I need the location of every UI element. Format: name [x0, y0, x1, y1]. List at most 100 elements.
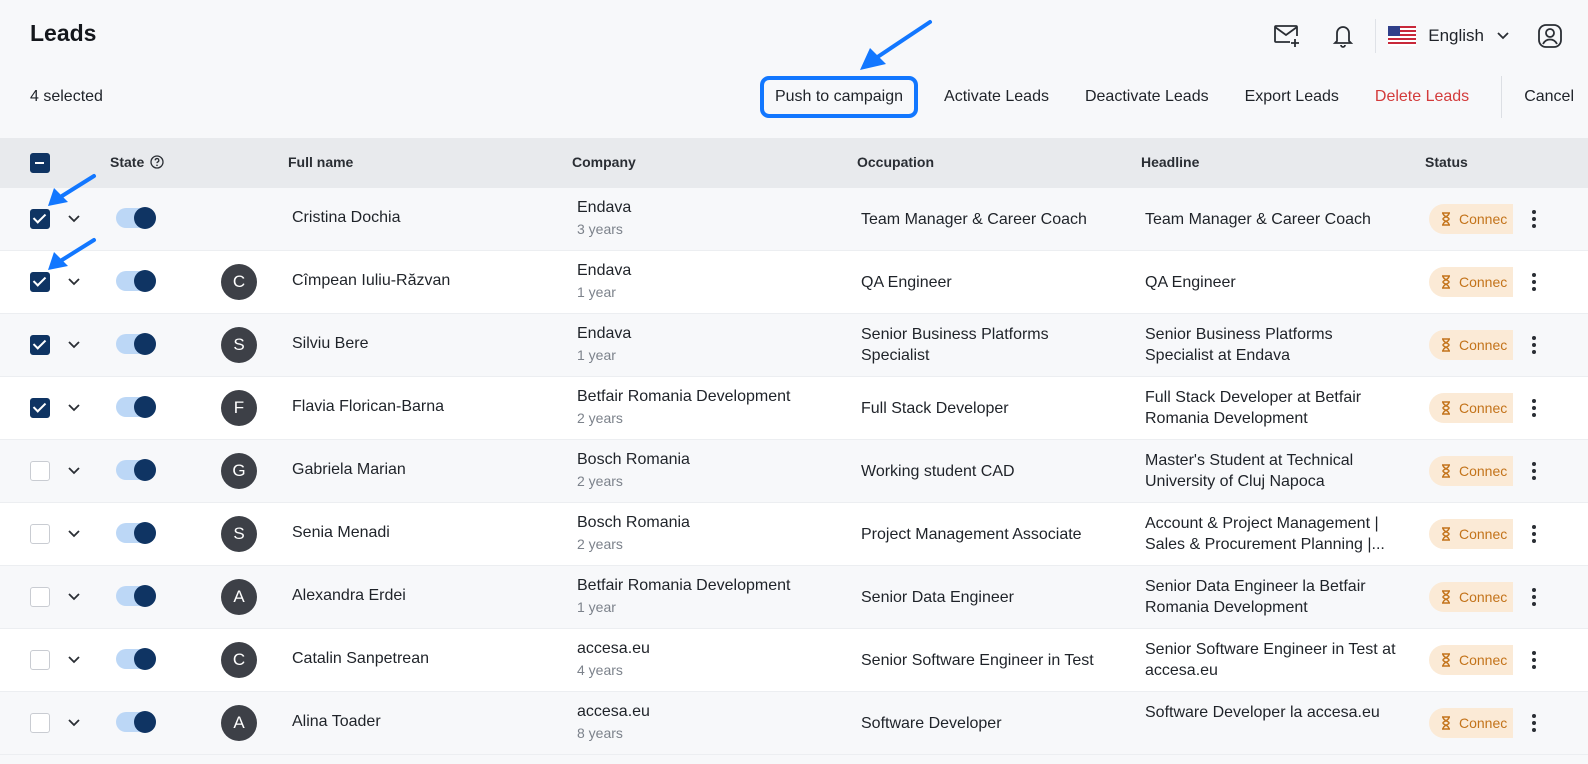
divider [1501, 76, 1503, 118]
column-header-company[interactable]: Company [572, 154, 636, 170]
table-row[interactable]: A Alexandra Erdei Betfair Romania Developm… [0, 566, 1588, 629]
lead-name[interactable]: Gabriela Marian [292, 461, 406, 479]
status-badge: Connec [1429, 393, 1513, 423]
help-icon[interactable] [150, 155, 164, 169]
user-profile-icon[interactable] [1530, 16, 1570, 56]
more-options-icon[interactable] [1524, 711, 1544, 735]
chevron-down-icon[interactable] [66, 462, 82, 478]
lead-headline: Senior Data Engineer la Betfair Romania … [1145, 578, 1366, 616]
chevron-down-icon[interactable] [66, 588, 82, 604]
lead-name[interactable]: Flavia Florican-Barna [292, 398, 444, 416]
row-checkbox[interactable] [30, 713, 50, 733]
row-checkbox[interactable] [30, 335, 50, 355]
lead-occupation: Senior Business Platforms Specialist [861, 326, 1049, 364]
lead-name[interactable]: Catalin Sanpetrean [292, 650, 429, 668]
lead-company: Bosch Romania [577, 451, 690, 468]
lead-company: Endava [577, 199, 632, 216]
top-actions: English [1267, 14, 1588, 58]
chevron-down-icon[interactable] [66, 210, 82, 226]
table-row[interactable]: S Silviu Bere Endava 1 year Senior Business … [0, 314, 1588, 377]
chevron-down-icon[interactable] [66, 336, 82, 352]
lead-name[interactable]: Alina Toader [292, 713, 381, 731]
status-label: Connec [1459, 589, 1508, 605]
status-label: Connec [1459, 526, 1508, 542]
table-row[interactable]: C Catalin Sanpetrean accesa.eu 4 years Senio… [0, 629, 1588, 692]
state-toggle[interactable] [116, 396, 156, 418]
more-options-icon[interactable] [1524, 459, 1544, 483]
state-toggle[interactable] [116, 459, 156, 481]
lead-headline: Master's Student at Technical University… [1145, 452, 1354, 490]
notification-bell-icon[interactable] [1323, 16, 1363, 56]
table-row[interactable]: A Alina Toader accesa.eu 8 years Software De… [0, 692, 1588, 755]
lead-occupation: Team Manager & Career Coach [861, 211, 1087, 228]
state-toggle[interactable] [116, 270, 156, 292]
cancel-button[interactable]: Cancel [1506, 88, 1588, 106]
invite-mail-icon[interactable] [1267, 16, 1307, 56]
lead-headline: Account & Project Management | Sales & P… [1145, 515, 1385, 553]
status-badge: Connec [1429, 708, 1513, 738]
table-row[interactable]: S Senia Menadi Bosch Romania 2 years Project… [0, 503, 1588, 566]
lead-company: accesa.eu [577, 640, 650, 657]
state-toggle[interactable] [116, 648, 156, 670]
avatar: C [221, 642, 257, 678]
lead-company: Endava [577, 325, 632, 342]
lead-headline: Senior Software Engineer in Test at acce… [1145, 641, 1396, 679]
table-header: State Full name Company Occupation Headl… [0, 138, 1588, 188]
activate-leads-button[interactable]: Activate Leads [926, 88, 1067, 106]
table-row[interactable]: G Gabriela Marian Bosch Romania 2 years Work… [0, 440, 1588, 503]
bulk-actions: Push to campaign Activate Leads Deactiva… [759, 72, 1588, 122]
lead-name[interactable]: Senia Menadi [292, 524, 390, 542]
row-checkbox[interactable] [30, 524, 50, 544]
column-header-full-name[interactable]: Full name [288, 154, 353, 170]
status-label: Connec [1459, 337, 1508, 353]
more-options-icon[interactable] [1524, 522, 1544, 546]
hourglass-icon [1441, 212, 1451, 226]
avatar: S [221, 516, 257, 552]
column-header-headline[interactable]: Headline [1141, 154, 1199, 170]
table-row[interactable]: Cristina Dochia Endava 3 years Team Manager… [0, 188, 1588, 251]
more-options-icon[interactable] [1524, 207, 1544, 231]
row-checkbox[interactable] [30, 461, 50, 481]
state-toggle[interactable] [116, 711, 156, 733]
chevron-down-icon[interactable] [66, 714, 82, 730]
chevron-down-icon[interactable] [66, 399, 82, 415]
lead-name[interactable]: Silviu Bere [292, 335, 368, 353]
table-row[interactable]: C Cîmpean Iuliu-Răzvan Endava 1 year QA Engi… [0, 251, 1588, 314]
row-checkbox[interactable] [30, 650, 50, 670]
lead-name[interactable]: Alexandra Erdei [292, 587, 406, 605]
more-options-icon[interactable] [1524, 270, 1544, 294]
row-checkbox[interactable] [30, 587, 50, 607]
row-checkbox[interactable] [30, 209, 50, 229]
chevron-down-icon[interactable] [66, 273, 82, 289]
lead-tenure: 1 year [577, 599, 616, 615]
chevron-down-icon [1497, 32, 1509, 40]
column-header-occupation[interactable]: Occupation [857, 154, 934, 170]
push-to-campaign-button[interactable]: Push to campaign [759, 76, 919, 118]
lead-name[interactable]: Cristina Dochia [292, 209, 400, 227]
avatar: F [221, 390, 257, 426]
chevron-down-icon[interactable] [66, 651, 82, 667]
status-label: Connec [1459, 652, 1508, 668]
language-selector[interactable]: English [1388, 26, 1510, 46]
state-toggle[interactable] [116, 585, 156, 607]
column-header-status[interactable]: Status [1425, 154, 1468, 170]
column-header-state[interactable]: State [110, 154, 164, 170]
delete-leads-button[interactable]: Delete Leads [1357, 88, 1487, 106]
export-leads-button[interactable]: Export Leads [1227, 88, 1357, 106]
row-checkbox[interactable] [30, 272, 50, 292]
more-options-icon[interactable] [1524, 396, 1544, 420]
deactivate-leads-button[interactable]: Deactivate Leads [1067, 88, 1227, 106]
status-badge: Connec [1429, 330, 1513, 360]
avatar: S [221, 327, 257, 363]
lead-name[interactable]: Cîmpean Iuliu-Răzvan [292, 272, 450, 290]
state-toggle[interactable] [116, 522, 156, 544]
table-row[interactable]: F Flavia Florican-Barna Betfair Romania De… [0, 377, 1588, 440]
row-checkbox[interactable] [30, 398, 50, 418]
more-options-icon[interactable] [1524, 648, 1544, 672]
select-all-checkbox[interactable] [30, 153, 50, 173]
more-options-icon[interactable] [1524, 585, 1544, 609]
more-options-icon[interactable] [1524, 333, 1544, 357]
state-toggle[interactable] [116, 333, 156, 355]
state-toggle[interactable] [116, 207, 156, 229]
chevron-down-icon[interactable] [66, 525, 82, 541]
